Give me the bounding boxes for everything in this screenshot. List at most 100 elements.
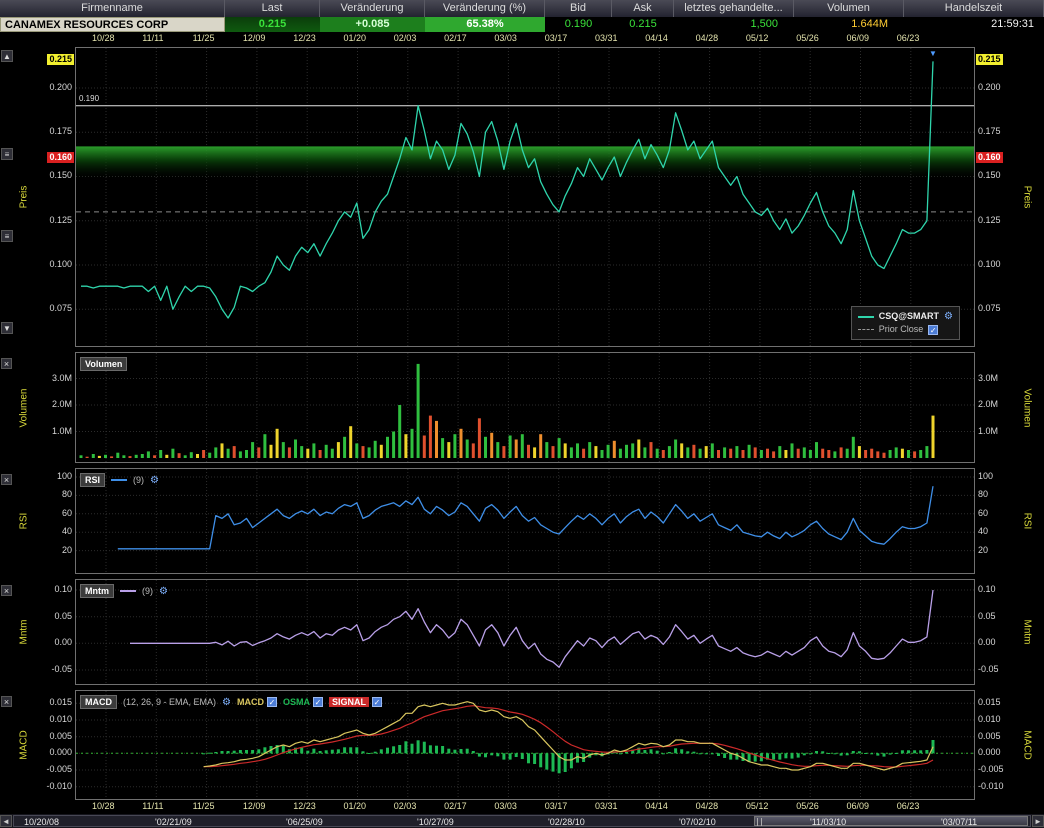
close-macd-panel-button[interactable]: × bbox=[1, 696, 12, 707]
price-axis-title: Preis bbox=[19, 186, 30, 209]
y-tick-label: 0.075 bbox=[978, 303, 1001, 313]
y-tick-label: 0.015 bbox=[49, 697, 72, 707]
osma-legend-item: OSMA ✓ bbox=[283, 697, 323, 707]
close-volume-panel-button[interactable]: × bbox=[1, 358, 12, 369]
y-tick-label: 0.005 bbox=[978, 731, 1001, 741]
rsi-plot[interactable]: RSI (9) ⚙ bbox=[75, 468, 975, 574]
y-tick-label: 100 bbox=[978, 471, 993, 481]
col-header-ask[interactable]: Ask bbox=[612, 0, 674, 17]
macd-plot[interactable]: MACD (12, 26, 9 - EMA, EMA) ⚙ MACD ✓ OSM… bbox=[75, 690, 975, 800]
x-tick-label: 06/23 bbox=[897, 33, 920, 43]
x-tick-label: 11/11 bbox=[142, 801, 163, 811]
rsi-panel-label[interactable]: RSI bbox=[80, 473, 105, 487]
mntm-line-sample bbox=[120, 590, 136, 592]
macd-series-label: MACD bbox=[237, 697, 264, 707]
splitter-handle-1[interactable]: ≡ bbox=[1, 148, 13, 160]
col-header-change-pct[interactable]: Veränderung (%) bbox=[425, 0, 545, 17]
signal-checkbox[interactable]: ✓ bbox=[372, 697, 382, 707]
rsi-axis-title: RSI bbox=[19, 513, 30, 530]
legend-row-prior-close[interactable]: Prior Close ✓ bbox=[858, 323, 953, 336]
volume-plot[interactable]: Volumen bbox=[75, 352, 975, 463]
close-mntm-panel-button[interactable]: × bbox=[1, 585, 12, 596]
quote-values-row: CANAMEX RESOURCES CORP 0.215 +0.085 65.3… bbox=[0, 17, 1044, 32]
scrollbar-track[interactable]: 10/20/08'02/21/09'06/25/09'10/27/09'02/2… bbox=[13, 815, 1031, 827]
rsi-line-sample bbox=[111, 479, 127, 481]
price-plot[interactable]: 0.190 ▼ ▲ CSQ@SMART ⚙ Prior Close ✓ bbox=[75, 47, 975, 347]
prior-close-checkbox[interactable]: ✓ bbox=[928, 325, 938, 335]
y-tick-label: 0.175 bbox=[978, 126, 1001, 136]
col-header-volume[interactable]: Volumen bbox=[794, 0, 904, 17]
x-tick-label: 06/09 bbox=[847, 801, 870, 811]
macd-panel-label[interactable]: MACD bbox=[80, 695, 117, 709]
bid-cell: 0.190 bbox=[545, 17, 612, 32]
mntm-plot[interactable]: Mntm (9) ⚙ bbox=[75, 579, 975, 685]
rsi-param: (9) bbox=[133, 475, 144, 485]
scrollbar-date-label: '06/25/09 bbox=[286, 816, 323, 828]
close-rsi-panel-button[interactable]: × bbox=[1, 474, 12, 485]
y-tick-label: 40 bbox=[978, 526, 988, 536]
ask-cell: 0.215 bbox=[612, 17, 674, 32]
legend-row-series[interactable]: CSQ@SMART ⚙ bbox=[858, 310, 953, 323]
y-tick-label: 0.000 bbox=[49, 747, 72, 757]
col-header-last-size[interactable]: letztes gehandelte... bbox=[674, 0, 794, 17]
y-tick-label: 0.10 bbox=[978, 584, 996, 594]
y-tick-label: -0.005 bbox=[978, 764, 1004, 774]
mntm-panel: Mntm 0.100.050.00-0.05 Mntm (9) ⚙ Mntm 0… bbox=[0, 579, 1044, 685]
x-tick-label: 05/12 bbox=[746, 33, 769, 43]
y-tick-label: -0.05 bbox=[51, 664, 72, 674]
mntm-settings-wrench-icon[interactable]: ⚙ bbox=[159, 586, 168, 597]
rsi-right-axis: RSI 10080604020 bbox=[975, 468, 1044, 574]
y-tick-label: -0.05 bbox=[978, 664, 999, 674]
y-tick-label: 20 bbox=[978, 545, 988, 555]
scroll-left-button[interactable]: ◄ bbox=[0, 815, 12, 827]
y-tick-label: 100 bbox=[57, 471, 72, 481]
y-tick-label: 0.125 bbox=[49, 215, 72, 225]
volume-panel-label[interactable]: Volumen bbox=[80, 357, 127, 371]
col-header-change[interactable]: Veränderung bbox=[320, 0, 425, 17]
x-tick-label: 05/12 bbox=[746, 801, 769, 811]
signal-legend-item: SIGNAL ✓ bbox=[329, 697, 382, 707]
macd-checkbox[interactable]: ✓ bbox=[267, 697, 277, 707]
last-price-marker: 0.215 bbox=[47, 54, 74, 65]
volume-axis-title: Volumen bbox=[19, 388, 30, 427]
rsi-axis-title-right: RSI bbox=[1022, 513, 1033, 530]
last-bar-marker-top-icon: ▼ bbox=[929, 49, 937, 58]
osma-checkbox[interactable]: ✓ bbox=[313, 697, 323, 707]
pan-up-button[interactable]: ▲ bbox=[1, 50, 13, 62]
company-name-cell[interactable]: CANAMEX RESOURCES CORP bbox=[0, 17, 225, 32]
y-tick-label: 0.10 bbox=[54, 584, 72, 594]
time-scrollbar: ◄ 10/20/08'02/21/09'06/25/09'10/27/09'02… bbox=[0, 814, 1044, 828]
macd-param: (12, 26, 9 - EMA, EMA) bbox=[123, 697, 216, 707]
pan-down-button[interactable]: ▼ bbox=[1, 322, 13, 334]
splitter-handle-2[interactable]: ≡ bbox=[1, 230, 13, 242]
volume-right-axis: Volumen 3.0M2.0M1.0M bbox=[975, 352, 1044, 463]
scrollbar-date-label: '02/21/09 bbox=[155, 816, 192, 828]
macd-settings-wrench-icon[interactable]: ⚙ bbox=[222, 697, 231, 708]
col-header-last[interactable]: Last bbox=[225, 0, 320, 17]
y-tick-label: 0.125 bbox=[978, 215, 1001, 225]
col-header-firmenname[interactable]: Firmenname bbox=[0, 0, 225, 17]
y-tick-label: 60 bbox=[978, 508, 988, 518]
scrollbar-thumb[interactable] bbox=[754, 816, 1028, 826]
mntm-panel-label[interactable]: Mntm bbox=[80, 584, 114, 598]
y-tick-label: 0.010 bbox=[49, 714, 72, 724]
mntm-axis-title-right: Mntm bbox=[1022, 620, 1033, 645]
scroll-right-button[interactable]: ► bbox=[1032, 815, 1044, 827]
col-header-trade-time[interactable]: Handelszeit bbox=[904, 0, 1044, 17]
series-name: CSQ@SMART bbox=[879, 310, 939, 323]
volume-cell: 1.644M bbox=[794, 17, 904, 32]
y-tick-label: 0.100 bbox=[49, 259, 72, 269]
rsi-settings-wrench-icon[interactable]: ⚙ bbox=[150, 475, 159, 486]
scrollbar-grip[interactable] bbox=[757, 818, 762, 826]
y-tick-label: 0.05 bbox=[978, 611, 996, 621]
x-tick-label: 10/28 bbox=[92, 33, 115, 43]
price-left-axis: Preis 0.2000.1750.1500.1250.1000.0750.21… bbox=[0, 47, 75, 347]
volume-axis-title-right: Volumen bbox=[1022, 388, 1033, 427]
x-tick-label: 01/20 bbox=[344, 801, 367, 811]
x-tick-label: 12/23 bbox=[293, 801, 316, 811]
rsi-header: RSI (9) ⚙ bbox=[80, 473, 159, 487]
col-header-bid[interactable]: Bid bbox=[545, 0, 612, 17]
y-tick-label: 3.0M bbox=[52, 373, 72, 383]
y-tick-label: -0.010 bbox=[46, 781, 72, 791]
series-settings-wrench-icon[interactable]: ⚙ bbox=[944, 310, 953, 323]
